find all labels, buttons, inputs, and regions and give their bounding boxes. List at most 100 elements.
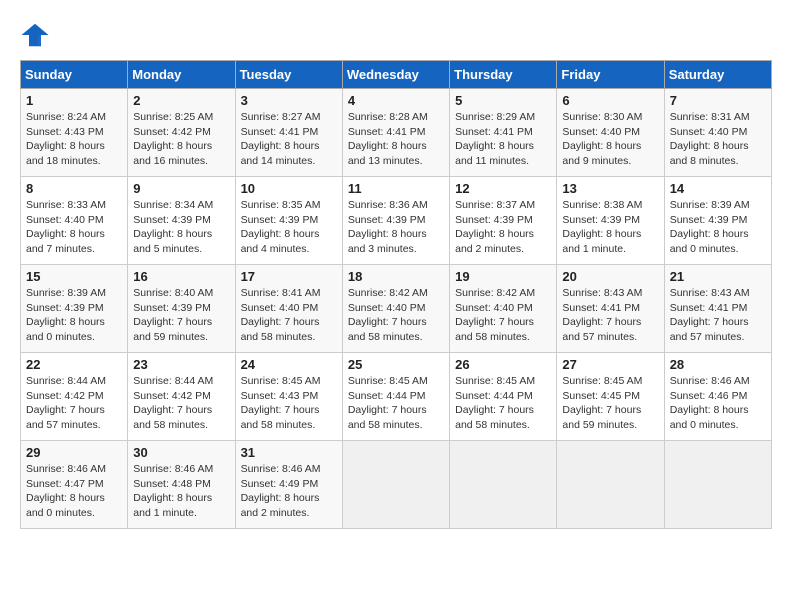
day-info: Sunrise: 8:46 AM Sunset: 4:49 PM Dayligh… xyxy=(241,462,337,521)
day-number: 22 xyxy=(26,357,122,372)
calendar-cell: 4 Sunrise: 8:28 AM Sunset: 4:41 PM Dayli… xyxy=(342,89,449,177)
day-info: Sunrise: 8:40 AM Sunset: 4:39 PM Dayligh… xyxy=(133,286,229,345)
calendar-cell: 20 Sunrise: 8:43 AM Sunset: 4:41 PM Dayl… xyxy=(557,265,664,353)
day-info: Sunrise: 8:41 AM Sunset: 4:40 PM Dayligh… xyxy=(241,286,337,345)
day-header-sunday: Sunday xyxy=(21,61,128,89)
day-info: Sunrise: 8:28 AM Sunset: 4:41 PM Dayligh… xyxy=(348,110,444,169)
calendar-cell: 1 Sunrise: 8:24 AM Sunset: 4:43 PM Dayli… xyxy=(21,89,128,177)
day-info: Sunrise: 8:27 AM Sunset: 4:41 PM Dayligh… xyxy=(241,110,337,169)
day-number: 27 xyxy=(562,357,658,372)
calendar-cell: 21 Sunrise: 8:43 AM Sunset: 4:41 PM Dayl… xyxy=(664,265,771,353)
day-info: Sunrise: 8:46 AM Sunset: 4:46 PM Dayligh… xyxy=(670,374,766,433)
day-info: Sunrise: 8:38 AM Sunset: 4:39 PM Dayligh… xyxy=(562,198,658,257)
day-number: 11 xyxy=(348,181,444,196)
day-info: Sunrise: 8:43 AM Sunset: 4:41 PM Dayligh… xyxy=(562,286,658,345)
day-number: 14 xyxy=(670,181,766,196)
day-number: 21 xyxy=(670,269,766,284)
day-number: 6 xyxy=(562,93,658,108)
day-number: 31 xyxy=(241,445,337,460)
day-header-friday: Friday xyxy=(557,61,664,89)
day-number: 2 xyxy=(133,93,229,108)
day-number: 4 xyxy=(348,93,444,108)
logo xyxy=(20,20,54,50)
day-info: Sunrise: 8:45 AM Sunset: 4:45 PM Dayligh… xyxy=(562,374,658,433)
day-info: Sunrise: 8:36 AM Sunset: 4:39 PM Dayligh… xyxy=(348,198,444,257)
calendar-cell: 5 Sunrise: 8:29 AM Sunset: 4:41 PM Dayli… xyxy=(450,89,557,177)
day-info: Sunrise: 8:44 AM Sunset: 4:42 PM Dayligh… xyxy=(26,374,122,433)
calendar-week-row: 29 Sunrise: 8:46 AM Sunset: 4:47 PM Dayl… xyxy=(21,441,772,529)
day-info: Sunrise: 8:46 AM Sunset: 4:47 PM Dayligh… xyxy=(26,462,122,521)
day-info: Sunrise: 8:31 AM Sunset: 4:40 PM Dayligh… xyxy=(670,110,766,169)
calendar-cell: 2 Sunrise: 8:25 AM Sunset: 4:42 PM Dayli… xyxy=(128,89,235,177)
page-header xyxy=(20,20,772,50)
day-number: 25 xyxy=(348,357,444,372)
day-info: Sunrise: 8:45 AM Sunset: 4:44 PM Dayligh… xyxy=(455,374,551,433)
day-number: 26 xyxy=(455,357,551,372)
calendar-cell: 17 Sunrise: 8:41 AM Sunset: 4:40 PM Dayl… xyxy=(235,265,342,353)
day-number: 7 xyxy=(670,93,766,108)
day-info: Sunrise: 8:34 AM Sunset: 4:39 PM Dayligh… xyxy=(133,198,229,257)
calendar-cell xyxy=(664,441,771,529)
day-number: 19 xyxy=(455,269,551,284)
calendar-cell: 27 Sunrise: 8:45 AM Sunset: 4:45 PM Dayl… xyxy=(557,353,664,441)
calendar-cell: 15 Sunrise: 8:39 AM Sunset: 4:39 PM Dayl… xyxy=(21,265,128,353)
calendar-cell: 30 Sunrise: 8:46 AM Sunset: 4:48 PM Dayl… xyxy=(128,441,235,529)
day-header-thursday: Thursday xyxy=(450,61,557,89)
calendar-cell: 8 Sunrise: 8:33 AM Sunset: 4:40 PM Dayli… xyxy=(21,177,128,265)
calendar-cell: 16 Sunrise: 8:40 AM Sunset: 4:39 PM Dayl… xyxy=(128,265,235,353)
calendar-cell: 19 Sunrise: 8:42 AM Sunset: 4:40 PM Dayl… xyxy=(450,265,557,353)
calendar-cell: 26 Sunrise: 8:45 AM Sunset: 4:44 PM Dayl… xyxy=(450,353,557,441)
calendar-cell: 3 Sunrise: 8:27 AM Sunset: 4:41 PM Dayli… xyxy=(235,89,342,177)
day-number: 30 xyxy=(133,445,229,460)
day-info: Sunrise: 8:33 AM Sunset: 4:40 PM Dayligh… xyxy=(26,198,122,257)
day-header-saturday: Saturday xyxy=(664,61,771,89)
calendar-cell: 22 Sunrise: 8:44 AM Sunset: 4:42 PM Dayl… xyxy=(21,353,128,441)
day-number: 13 xyxy=(562,181,658,196)
logo-icon xyxy=(20,20,50,50)
day-info: Sunrise: 8:42 AM Sunset: 4:40 PM Dayligh… xyxy=(348,286,444,345)
day-info: Sunrise: 8:35 AM Sunset: 4:39 PM Dayligh… xyxy=(241,198,337,257)
calendar-cell: 12 Sunrise: 8:37 AM Sunset: 4:39 PM Dayl… xyxy=(450,177,557,265)
calendar-header-row: SundayMondayTuesdayWednesdayThursdayFrid… xyxy=(21,61,772,89)
calendar-cell: 25 Sunrise: 8:45 AM Sunset: 4:44 PM Dayl… xyxy=(342,353,449,441)
day-info: Sunrise: 8:25 AM Sunset: 4:42 PM Dayligh… xyxy=(133,110,229,169)
day-number: 16 xyxy=(133,269,229,284)
day-number: 15 xyxy=(26,269,122,284)
calendar-cell: 18 Sunrise: 8:42 AM Sunset: 4:40 PM Dayl… xyxy=(342,265,449,353)
day-info: Sunrise: 8:30 AM Sunset: 4:40 PM Dayligh… xyxy=(562,110,658,169)
calendar-cell: 24 Sunrise: 8:45 AM Sunset: 4:43 PM Dayl… xyxy=(235,353,342,441)
day-info: Sunrise: 8:44 AM Sunset: 4:42 PM Dayligh… xyxy=(133,374,229,433)
day-number: 23 xyxy=(133,357,229,372)
calendar-cell: 7 Sunrise: 8:31 AM Sunset: 4:40 PM Dayli… xyxy=(664,89,771,177)
day-info: Sunrise: 8:43 AM Sunset: 4:41 PM Dayligh… xyxy=(670,286,766,345)
calendar-week-row: 8 Sunrise: 8:33 AM Sunset: 4:40 PM Dayli… xyxy=(21,177,772,265)
calendar-week-row: 1 Sunrise: 8:24 AM Sunset: 4:43 PM Dayli… xyxy=(21,89,772,177)
calendar-table: SundayMondayTuesdayWednesdayThursdayFrid… xyxy=(20,60,772,529)
day-number: 10 xyxy=(241,181,337,196)
day-number: 3 xyxy=(241,93,337,108)
calendar-week-row: 22 Sunrise: 8:44 AM Sunset: 4:42 PM Dayl… xyxy=(21,353,772,441)
day-number: 8 xyxy=(26,181,122,196)
calendar-cell xyxy=(342,441,449,529)
calendar-cell xyxy=(557,441,664,529)
day-info: Sunrise: 8:37 AM Sunset: 4:39 PM Dayligh… xyxy=(455,198,551,257)
day-header-wednesday: Wednesday xyxy=(342,61,449,89)
day-header-tuesday: Tuesday xyxy=(235,61,342,89)
day-info: Sunrise: 8:29 AM Sunset: 4:41 PM Dayligh… xyxy=(455,110,551,169)
day-number: 12 xyxy=(455,181,551,196)
calendar-cell: 31 Sunrise: 8:46 AM Sunset: 4:49 PM Dayl… xyxy=(235,441,342,529)
day-number: 28 xyxy=(670,357,766,372)
calendar-cell: 6 Sunrise: 8:30 AM Sunset: 4:40 PM Dayli… xyxy=(557,89,664,177)
day-number: 1 xyxy=(26,93,122,108)
day-info: Sunrise: 8:46 AM Sunset: 4:48 PM Dayligh… xyxy=(133,462,229,521)
calendar-cell: 14 Sunrise: 8:39 AM Sunset: 4:39 PM Dayl… xyxy=(664,177,771,265)
calendar-cell: 11 Sunrise: 8:36 AM Sunset: 4:39 PM Dayl… xyxy=(342,177,449,265)
calendar-week-row: 15 Sunrise: 8:39 AM Sunset: 4:39 PM Dayl… xyxy=(21,265,772,353)
day-number: 9 xyxy=(133,181,229,196)
day-info: Sunrise: 8:24 AM Sunset: 4:43 PM Dayligh… xyxy=(26,110,122,169)
day-info: Sunrise: 8:39 AM Sunset: 4:39 PM Dayligh… xyxy=(26,286,122,345)
day-number: 5 xyxy=(455,93,551,108)
calendar-cell: 29 Sunrise: 8:46 AM Sunset: 4:47 PM Dayl… xyxy=(21,441,128,529)
calendar-cell xyxy=(450,441,557,529)
day-info: Sunrise: 8:42 AM Sunset: 4:40 PM Dayligh… xyxy=(455,286,551,345)
